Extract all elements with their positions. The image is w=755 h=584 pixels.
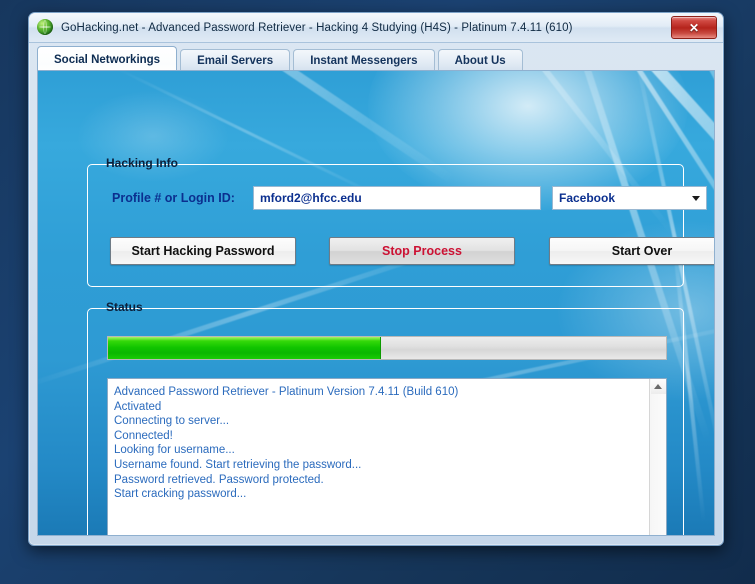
tab-email-servers[interactable]: Email Servers	[180, 49, 291, 72]
chevron-up-icon	[654, 384, 662, 389]
tab-about-us[interactable]: About Us	[437, 49, 523, 72]
site-select-value: Facebook	[559, 191, 616, 205]
tab-instant-messengers[interactable]: Instant Messengers	[293, 49, 435, 72]
status-log-line: Connecting to server...	[114, 415, 230, 428]
status-log-line: Password retrieved. Password protected.	[114, 473, 324, 486]
chevron-down-icon	[692, 195, 700, 201]
tab-strip: Social Networkings Email Servers Instant…	[37, 46, 715, 72]
progress-bar	[107, 336, 667, 360]
title-bar: GoHacking.net - Advanced Password Retrie…	[29, 13, 723, 43]
close-button[interactable]: ✕	[671, 16, 717, 39]
window-title: GoHacking.net - Advanced Password Retrie…	[61, 21, 573, 34]
login-id-input[interactable]	[253, 186, 541, 210]
start-over-button[interactable]: Start Over	[549, 237, 714, 265]
status-log-scrollbar[interactable]	[649, 379, 666, 535]
progress-bar-fill	[108, 337, 382, 359]
login-id-label: Profile # or Login ID:	[112, 191, 235, 205]
status-log-line: Connected!	[114, 429, 173, 442]
window-frame: GoHacking.net - Advanced Password Retrie…	[29, 13, 723, 545]
status-log-content: Advanced Password Retriever - Platinum V…	[108, 379, 649, 535]
hacking-info-label: Hacking Info	[100, 156, 185, 170]
site-select-dropdown[interactable]: Facebook	[552, 186, 707, 210]
hacking-info-group: Hacking Info Profile # or Login ID: Face…	[87, 156, 714, 287]
status-log-line: Advanced Password Retriever - Platinum V…	[114, 386, 459, 398]
status-log-line: Username found. Start retrieving the pas…	[114, 458, 362, 471]
status-log-line: Looking for username...	[114, 444, 235, 457]
scrollbar-track[interactable]	[650, 394, 666, 535]
tab-content-panel: Hacking Info Profile # or Login ID: Face…	[37, 70, 715, 536]
status-log-line: Activated	[114, 400, 162, 413]
stop-process-button[interactable]: Stop Process	[329, 237, 515, 265]
status-group: Status Advanced Password Retriever - Pla…	[87, 300, 684, 535]
status-log-box: Advanced Password Retriever - Platinum V…	[107, 378, 667, 535]
scroll-up-button[interactable]	[650, 379, 666, 394]
start-hacking-password-button[interactable]: Start Hacking Password	[110, 237, 296, 265]
status-label: Status	[100, 300, 149, 314]
globe-icon	[37, 19, 54, 36]
tab-social-networkings[interactable]: Social Networkings	[37, 46, 178, 72]
status-log-line: Start cracking password...	[114, 488, 247, 501]
application-window: GoHacking.net - Advanced Password Retrie…	[28, 12, 724, 546]
